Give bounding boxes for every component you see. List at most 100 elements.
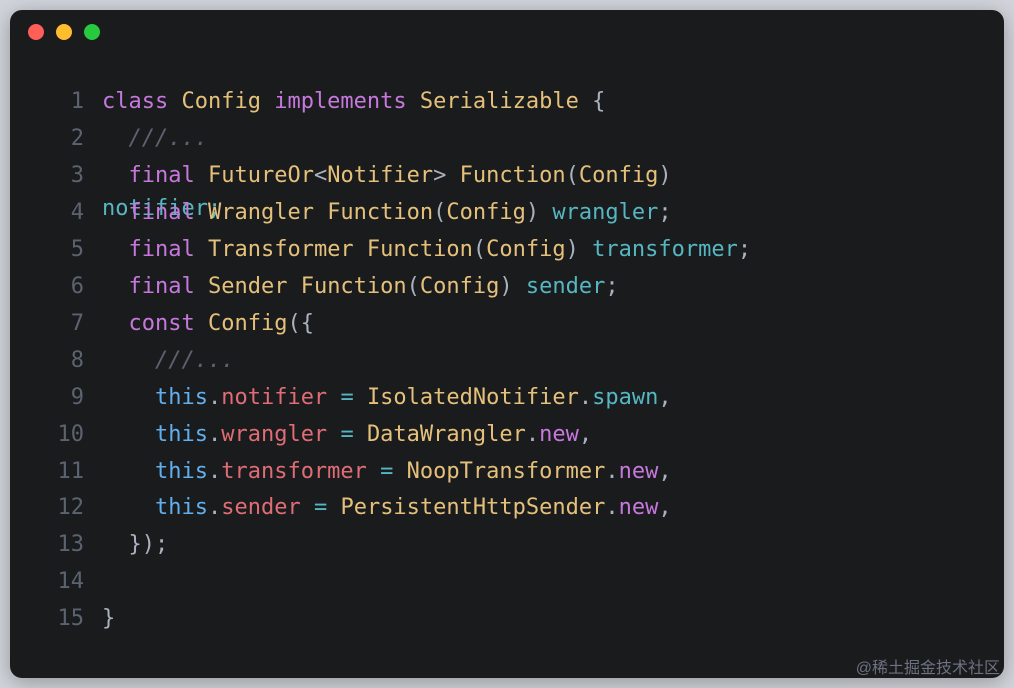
token: final	[129, 274, 208, 299]
token: Sender Function	[208, 274, 407, 299]
code-line[interactable]: 5 final Transformer Function(Config) tra…	[10, 232, 974, 269]
token: .	[208, 385, 221, 410]
token	[102, 348, 155, 373]
token: new	[539, 422, 579, 447]
token: const	[129, 311, 208, 336]
token: =	[340, 422, 353, 447]
token: this	[155, 459, 208, 484]
token: ;	[738, 237, 751, 262]
token: transformer	[592, 237, 738, 262]
code-line[interactable]: 12 this.sender = PersistentHttpSender.ne…	[10, 490, 974, 527]
code-editor[interactable]: 1class Config implements Serializable {2…	[10, 54, 1004, 678]
code-window: 1class Config implements Serializable {2…	[10, 10, 1004, 678]
code-line[interactable]: 8 ///...	[10, 343, 974, 380]
line-number: 3	[10, 158, 102, 195]
code-line[interactable]: 15}	[10, 601, 974, 638]
token: sender	[526, 274, 605, 299]
line-number: 5	[10, 232, 102, 269]
minimize-icon[interactable]	[56, 24, 72, 40]
token: =	[380, 459, 393, 484]
token: ({	[287, 311, 314, 336]
token: ///...	[129, 126, 208, 151]
token: Config	[181, 89, 274, 114]
token: )	[499, 274, 526, 299]
code-line[interactable]: 11 this.transformer = NoopTransformer.ne…	[10, 454, 974, 491]
token: Config	[579, 163, 658, 188]
token	[102, 385, 155, 410]
token: ,	[658, 385, 671, 410]
token: final	[129, 200, 208, 225]
token: implements	[274, 89, 420, 114]
token: Config	[208, 311, 287, 336]
code-content[interactable]: }	[102, 601, 974, 638]
token: {	[592, 89, 605, 114]
code-content[interactable]: class Config implements Serializable {	[102, 84, 974, 121]
token: .	[208, 495, 221, 520]
token: wrangler	[552, 200, 658, 225]
token: .	[605, 459, 618, 484]
code-line[interactable]: 4 final Wrangler Function(Config) wrangl…	[10, 195, 974, 232]
code-content[interactable]: this.sender = PersistentHttpSender.new,	[102, 490, 974, 527]
code-content[interactable]: final Sender Function(Config) sender;	[102, 269, 974, 306]
token: this	[155, 422, 208, 447]
code-line[interactable]: 14	[10, 564, 974, 601]
code-content[interactable]: final Wrangler Function(Config) wrangler…	[102, 195, 974, 232]
token: (	[433, 200, 446, 225]
token: spawn	[592, 385, 658, 410]
code-line[interactable]: 2 ///...	[10, 121, 974, 158]
token	[102, 200, 129, 225]
line-number: 10	[10, 417, 102, 454]
code-content[interactable]: const Config({	[102, 306, 974, 343]
token: Transformer Function	[208, 237, 473, 262]
token: Config	[420, 274, 499, 299]
code-line[interactable]: 7 const Config({	[10, 306, 974, 343]
token: this	[155, 495, 208, 520]
code-content[interactable]	[102, 564, 974, 601]
code-content[interactable]: this.transformer = NoopTransformer.new,	[102, 454, 974, 491]
token: notifier	[221, 385, 327, 410]
token: ;	[658, 200, 671, 225]
token	[327, 385, 340, 410]
token	[102, 495, 155, 520]
line-number: 15	[10, 601, 102, 638]
code-content[interactable]: final FutureOr<Notifier> Function(Config…	[102, 158, 974, 195]
line-number: 1	[10, 84, 102, 121]
line-number: 6	[10, 269, 102, 306]
token	[393, 459, 406, 484]
code-line[interactable]: 10 this.wrangler = DataWrangler.new,	[10, 417, 974, 454]
line-number: 2	[10, 121, 102, 158]
code-line[interactable]: 6 final Sender Function(Config) sender;	[10, 269, 974, 306]
zoom-icon[interactable]	[84, 24, 100, 40]
code-content[interactable]: this.wrangler = DataWrangler.new,	[102, 417, 974, 454]
line-number: 9	[10, 380, 102, 417]
token: Config	[446, 200, 525, 225]
token: ///...	[155, 348, 234, 373]
token: FutureOr	[208, 163, 314, 188]
token: final	[129, 237, 208, 262]
token: DataWrangler	[367, 422, 526, 447]
code-line[interactable]: 13 });	[10, 527, 974, 564]
code-content[interactable]: ///...	[102, 343, 974, 380]
code-line[interactable]: 9 this.notifier = IsolatedNotifier.spawn…	[10, 380, 974, 417]
token: PersistentHttpSender	[340, 495, 605, 520]
code-content[interactable]: ///...	[102, 121, 974, 158]
close-icon[interactable]	[28, 24, 44, 40]
token: >	[433, 163, 460, 188]
code-line[interactable]: 1class Config implements Serializable {	[10, 84, 974, 121]
token: .	[208, 422, 221, 447]
token: .	[526, 422, 539, 447]
token	[102, 274, 129, 299]
code-content[interactable]: final Transformer Function(Config) trans…	[102, 232, 974, 269]
token	[327, 422, 340, 447]
token: Config	[486, 237, 565, 262]
token: ;	[605, 274, 618, 299]
token: .	[579, 385, 592, 410]
token: final	[129, 163, 208, 188]
token	[102, 311, 129, 336]
token	[301, 495, 314, 520]
code-line[interactable]: 3 final FutureOr<Notifier> Function(Conf…	[10, 158, 974, 195]
code-content[interactable]: });	[102, 527, 974, 564]
token: (	[473, 237, 486, 262]
code-content[interactable]: this.notifier = IsolatedNotifier.spawn,	[102, 380, 974, 417]
line-number: 8	[10, 343, 102, 380]
